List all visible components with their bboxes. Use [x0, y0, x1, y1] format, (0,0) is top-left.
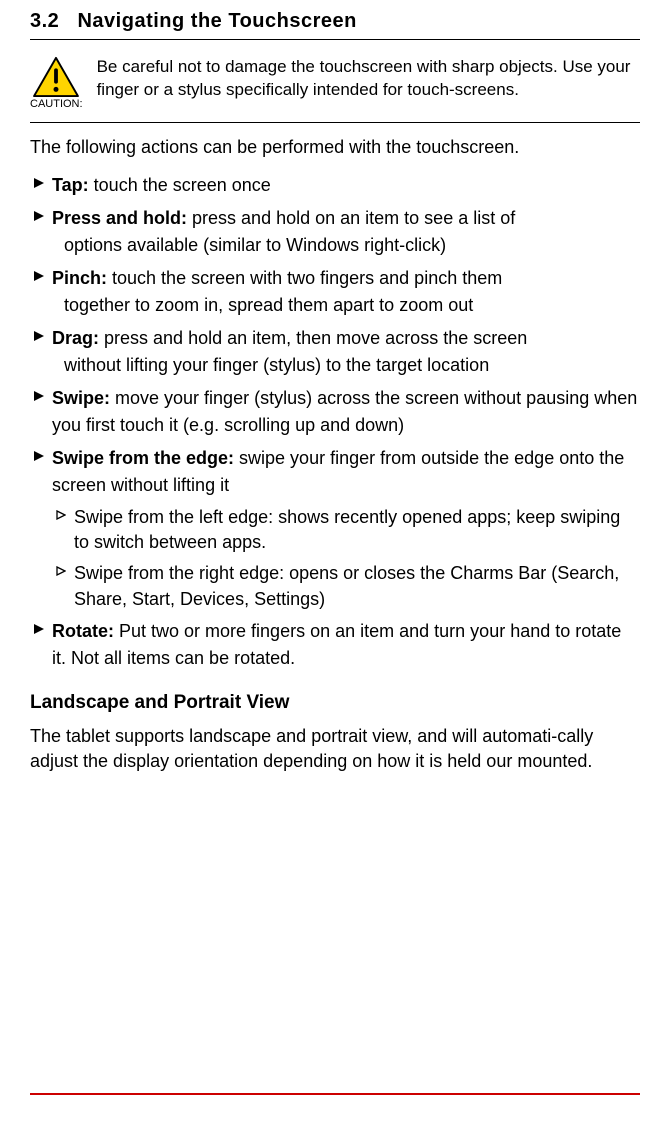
- triangle-outline-icon: [56, 510, 66, 520]
- item-bold: Pinch:: [52, 268, 107, 288]
- sub-list-item: Swipe from the right edge: opens or clos…: [74, 561, 640, 611]
- gesture-list: Tap: touch the screen once Press and hol…: [30, 172, 640, 672]
- triangle-bullet-icon: [34, 624, 44, 634]
- caution-block: CAUTION: Be careful not to damage the to…: [30, 48, 640, 123]
- item-text: move your finger (stylus) across the scr…: [52, 388, 637, 435]
- item-continuation: together to zoom in, spread them apart t…: [52, 292, 640, 319]
- triangle-bullet-icon: [34, 451, 44, 461]
- item-continuation: options available (similar to Windows ri…: [52, 232, 640, 259]
- item-text: press and hold on an item to see a list …: [187, 208, 515, 228]
- sub-item-text: Swipe from the left edge: shows recently…: [74, 507, 620, 552]
- intro-text: The following actions can be performed w…: [30, 137, 640, 158]
- section-number: 3.2: [30, 10, 59, 32]
- sub-list-item: Swipe from the left edge: shows recently…: [74, 505, 640, 555]
- list-item: Swipe from the edge: swipe your finger f…: [52, 445, 640, 612]
- triangle-bullet-icon: [34, 211, 44, 221]
- item-text: touch the screen once: [89, 175, 271, 195]
- item-bold: Swipe:: [52, 388, 110, 408]
- item-continuation: without lifting your finger (stylus) to …: [52, 352, 640, 379]
- triangle-outline-icon: [56, 566, 66, 576]
- item-bold: Rotate:: [52, 621, 114, 641]
- caution-label: CAUTION:: [30, 98, 83, 110]
- list-item: Pinch: touch the screen with two fingers…: [52, 265, 640, 319]
- item-bold: Drag:: [52, 328, 99, 348]
- body-paragraph: The tablet supports landscape and portra…: [30, 724, 640, 774]
- section-title-text: Navigating the Touchscreen: [77, 10, 356, 32]
- list-item: Tap: touch the screen once: [52, 172, 640, 199]
- item-text: Put two or more fingers on an item and t…: [52, 621, 621, 668]
- triangle-bullet-icon: [34, 331, 44, 341]
- sub-item-text: Swipe from the right edge: opens or clos…: [74, 563, 619, 608]
- caution-text: Be careful not to damage the touchscreen…: [97, 56, 640, 102]
- list-item: Swipe: move your finger (stylus) across …: [52, 385, 640, 439]
- triangle-bullet-icon: [34, 178, 44, 188]
- sub-list: Swipe from the left edge: shows recently…: [52, 505, 640, 612]
- list-item: Drag: press and hold an item, then move …: [52, 325, 640, 379]
- sub-heading: Landscape and Portrait View: [30, 692, 640, 714]
- footer-rule: [30, 1093, 640, 1095]
- item-bold: Tap:: [52, 175, 89, 195]
- list-item: Press and hold: press and hold on an ite…: [52, 205, 640, 259]
- list-item: Rotate: Put two or more fingers on an it…: [52, 618, 640, 672]
- caution-icon: CAUTION:: [30, 56, 83, 110]
- item-bold: Press and hold:: [52, 208, 187, 228]
- triangle-bullet-icon: [34, 271, 44, 281]
- item-bold: Swipe from the edge:: [52, 448, 234, 468]
- item-text: press and hold an item, then move across…: [99, 328, 527, 348]
- triangle-bullet-icon: [34, 391, 44, 401]
- section-heading: 3.2 Navigating the Touchscreen: [30, 10, 640, 40]
- item-text: touch the screen with two fingers and pi…: [107, 268, 502, 288]
